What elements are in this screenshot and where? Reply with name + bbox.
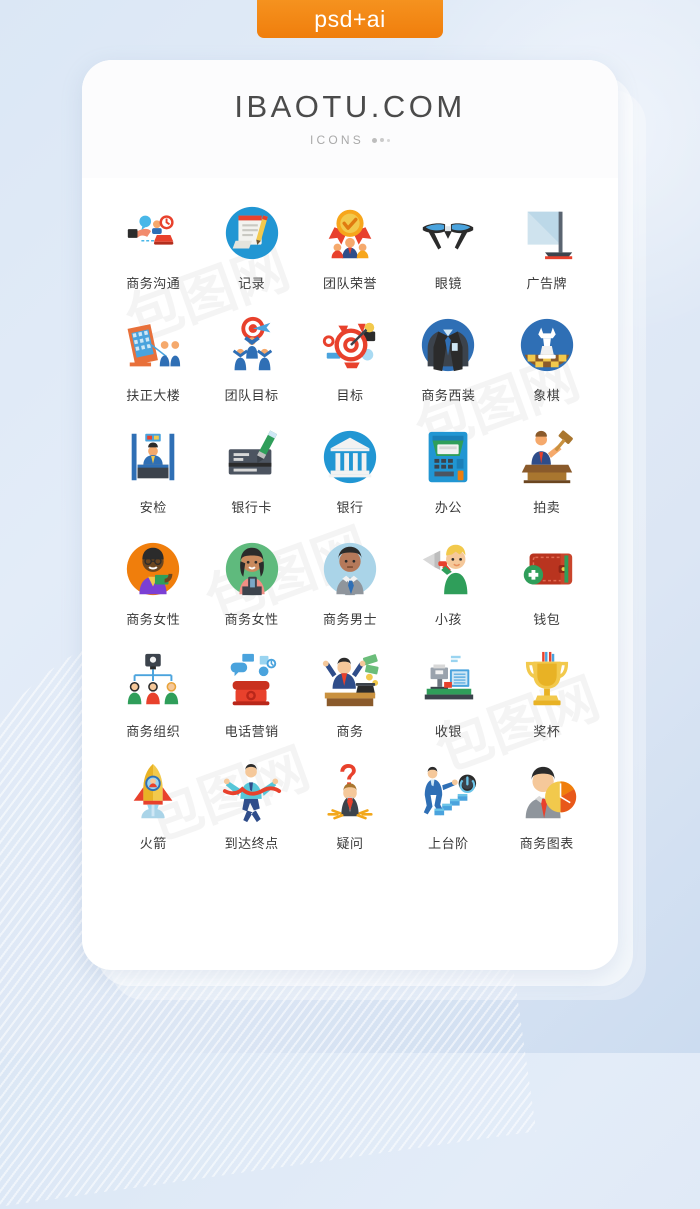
icon-cell[interactable]: 疑问: [301, 762, 399, 852]
business-communication-icon[interactable]: [122, 202, 184, 264]
record-clipboard-icon[interactable]: [221, 202, 283, 264]
psd-ai-badge: psd+ai: [257, 0, 443, 38]
icon-grid: 商务沟通 记录 团队荣誉 眼镜 广告牌扶正大楼 团队目标 目标 商务西装 象棋安检 银行卡 银行 办公…: [82, 178, 618, 852]
bank-building-icon[interactable]: [319, 426, 381, 488]
bank-card-pen-icon[interactable]: [221, 426, 283, 488]
brand-title: IBAOTU.COM: [234, 89, 466, 124]
icon-set-card: IBAOTU.COM ICONS 包图网 包图网 包图网 包图网 包图网 商务沟…: [82, 60, 618, 970]
icon-label: 商务女性: [126, 612, 181, 627]
brand-subtitle: ICONS: [309, 133, 364, 147]
icon-label: 奖杯: [533, 724, 561, 739]
icon-cell[interactable]: 商务女性: [104, 538, 202, 628]
chess-queen-icon[interactable]: [516, 314, 578, 376]
trophy-icon[interactable]: [516, 650, 578, 712]
icon-cell[interactable]: 扶正大楼: [104, 314, 202, 404]
icon-cell[interactable]: 商务: [301, 650, 399, 740]
icon-cell[interactable]: 团队目标: [202, 314, 300, 404]
org-chart-icon[interactable]: [122, 650, 184, 712]
icon-label: 火箭: [139, 836, 167, 851]
business-suit-icon[interactable]: [417, 314, 479, 376]
icon-cell[interactable]: 银行: [301, 426, 399, 516]
wallet-icon[interactable]: [516, 538, 578, 600]
icon-label: 商务沟通: [126, 276, 181, 291]
auction-gavel-icon[interactable]: [516, 426, 578, 488]
icon-cell[interactable]: 到达终点: [202, 762, 300, 852]
icon-cell[interactable]: 办公: [399, 426, 497, 516]
target-goal-icon[interactable]: [319, 314, 381, 376]
icon-label: 上台阶: [428, 836, 469, 851]
icon-label: 银行卡: [231, 500, 272, 515]
icon-label: 电话营销: [224, 724, 279, 739]
finish-line-icon[interactable]: [221, 762, 283, 824]
icon-cell[interactable]: 拍卖: [498, 426, 596, 516]
icon-cell[interactable]: 小孩: [399, 538, 497, 628]
icon-cell[interactable]: 银行卡: [202, 426, 300, 516]
icon-cell[interactable]: 眼镜: [399, 202, 497, 292]
icon-label: 钱包: [533, 612, 561, 627]
business-man-icon[interactable]: [319, 538, 381, 600]
icon-label: 记录: [238, 276, 266, 291]
icon-label: 到达终点: [224, 836, 279, 851]
security-check-icon[interactable]: [122, 426, 184, 488]
business-desk-money-icon[interactable]: [319, 650, 381, 712]
card-header: IBAOTU.COM ICONS: [82, 60, 618, 178]
icon-label: 疑问: [336, 836, 364, 851]
office-kiosk-icon[interactable]: [417, 426, 479, 488]
business-chart-icon[interactable]: [516, 762, 578, 824]
icon-cell[interactable]: 商务沟通: [104, 202, 202, 292]
icon-cell[interactable]: 安检: [104, 426, 202, 516]
icon-label: 安检: [139, 500, 167, 515]
icon-cell[interactable]: 火箭: [104, 762, 202, 852]
icon-label: 商务女性: [224, 612, 279, 627]
icon-label: 银行: [336, 500, 364, 515]
icon-label: 商务: [336, 724, 364, 739]
icon-cell[interactable]: 电话营销: [202, 650, 300, 740]
icon-label: 象棋: [533, 388, 561, 403]
icon-label: 团队荣誉: [322, 276, 377, 291]
icon-cell[interactable]: 商务女性: [202, 538, 300, 628]
question-doubt-icon[interactable]: [319, 762, 381, 824]
icon-label: 团队目标: [224, 388, 279, 403]
icon-cell[interactable]: 广告牌: [498, 202, 596, 292]
icon-label: 小孩: [434, 612, 462, 627]
icon-cell[interactable]: 目标: [301, 314, 399, 404]
icon-label: 商务西装: [421, 388, 476, 403]
icon-label: 广告牌: [526, 276, 568, 291]
icon-cell[interactable]: 上台阶: [399, 762, 497, 852]
business-woman-orange-icon[interactable]: [122, 538, 184, 600]
icon-label: 收银: [434, 724, 462, 739]
icon-label: 拍卖: [533, 500, 561, 515]
icon-cell[interactable]: 商务图表: [498, 762, 596, 852]
icon-label: 商务男士: [322, 612, 377, 627]
icon-cell[interactable]: 记录: [202, 202, 300, 292]
icon-label: 商务图表: [519, 836, 574, 851]
psd-ai-badge-label: psd+ai: [314, 5, 386, 32]
icon-cell[interactable]: 奖杯: [498, 650, 596, 740]
rocket-icon[interactable]: [122, 762, 184, 824]
icon-label: 目标: [336, 388, 364, 403]
child-megaphone-icon[interactable]: [417, 538, 479, 600]
billboard-icon[interactable]: [516, 202, 578, 264]
icon-cell[interactable]: 团队荣誉: [301, 202, 399, 292]
climbing-stairs-icon[interactable]: [417, 762, 479, 824]
icon-cell[interactable]: 商务西装: [399, 314, 497, 404]
glasses-icon[interactable]: [417, 202, 479, 264]
icon-cell[interactable]: 商务男士: [301, 538, 399, 628]
icon-cell[interactable]: 象棋: [498, 314, 596, 404]
icon-label: 商务组织: [126, 724, 181, 739]
cashier-counter-icon[interactable]: [417, 650, 479, 712]
icon-cell[interactable]: 钱包: [498, 538, 596, 628]
subtitle-dots-icon: [372, 137, 390, 143]
team-target-icon[interactable]: [221, 314, 283, 376]
straighten-building-icon[interactable]: [122, 314, 184, 376]
brand-subtitle-row: ICONS: [310, 133, 390, 147]
business-woman-green-icon[interactable]: [221, 538, 283, 600]
icon-cell[interactable]: 商务组织: [104, 650, 202, 740]
icon-label: 办公: [434, 500, 462, 515]
telemarketing-phone-icon[interactable]: [221, 650, 283, 712]
icon-cell[interactable]: 收银: [399, 650, 497, 740]
icon-label: 眼镜: [434, 276, 462, 291]
icon-label: 扶正大楼: [126, 388, 181, 403]
team-honor-medal-icon[interactable]: [319, 202, 381, 264]
